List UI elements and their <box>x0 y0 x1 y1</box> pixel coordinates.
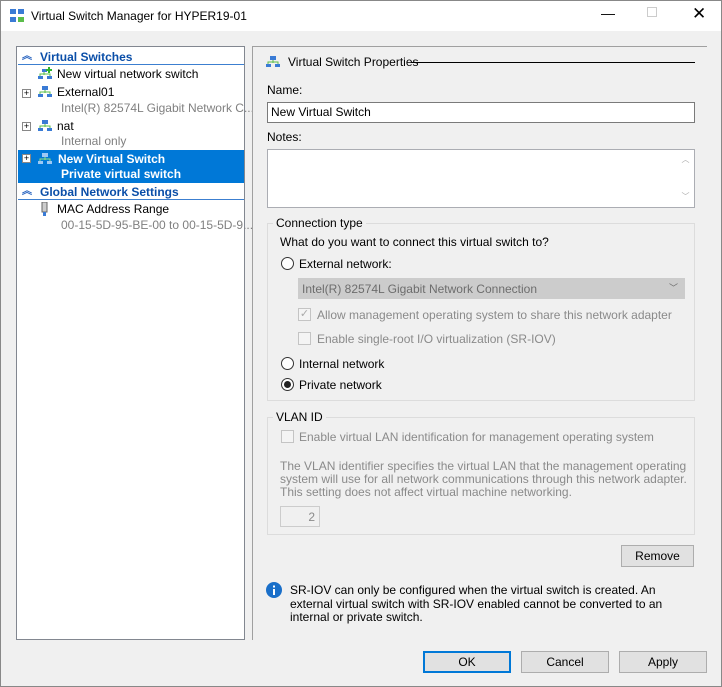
dialog-window: Virtual Switch Manager for HYPER19-01 — … <box>0 0 722 687</box>
cancel-button[interactable]: Cancel <box>521 651 609 673</box>
adapter-select[interactable]: Intel(R) 82574L Gigabit Network Connecti… <box>298 278 685 299</box>
private-network-radio[interactable] <box>281 378 294 391</box>
network-switch-icon <box>266 56 280 67</box>
sriov-info-text: SR-IOV can only be configured when the v… <box>290 583 663 624</box>
title-bar: Virtual Switch Manager for HYPER19-01 — … <box>1 1 721 31</box>
vlan-group: VLAN ID Enable virtual LAN identificatio… <box>267 410 695 535</box>
notes-textarea[interactable] <box>267 149 695 208</box>
vlan-enable-checkbox[interactable] <box>281 430 294 443</box>
close-button[interactable]: ✕ <box>692 4 706 24</box>
private-network-label[interactable]: Private network <box>299 378 382 392</box>
virtual-switches-header[interactable]: ︽ Virtual Switches <box>18 49 244 65</box>
properties-panel: Virtual Switch Properties Name: New Virt… <box>252 46 707 640</box>
ok-button[interactable]: OK <box>423 651 511 673</box>
external-network-label[interactable]: External network: <box>299 257 392 271</box>
internal-network-label[interactable]: Internal network <box>299 357 384 371</box>
vlan-id-input[interactable]: 2 <box>280 506 320 527</box>
vlan-description: The VLAN identifier specifies the virtua… <box>280 459 687 499</box>
sriov-checkbox[interactable] <box>298 332 311 345</box>
remove-button[interactable]: Remove <box>621 545 694 567</box>
expand-icon[interactable]: + <box>22 154 31 163</box>
internal-network-radio[interactable] <box>281 357 294 370</box>
allow-mgmt-checkbox[interactable]: ✓ <box>298 308 311 321</box>
network-switch-icon <box>38 86 52 97</box>
notes-scrollbar[interactable]: ︿ ﹀ <box>677 150 694 207</box>
name-label: Name: <box>267 83 303 97</box>
global-settings-header[interactable]: ︽ Global Network Settings <box>18 184 244 200</box>
network-switch-icon <box>38 120 52 131</box>
app-icon <box>10 9 24 22</box>
properties-title: Virtual Switch Properties <box>288 55 419 69</box>
minimize-button[interactable]: — <box>601 5 615 21</box>
apply-button[interactable]: Apply <box>619 651 707 673</box>
connection-type-group: Connection type What do you want to conn… <box>267 216 695 401</box>
external-network-radio[interactable] <box>281 257 294 270</box>
chevron-down-icon: ﹀ <box>668 283 678 293</box>
expand-icon[interactable]: + <box>22 122 31 131</box>
expand-icon[interactable]: + <box>22 89 31 98</box>
add-network-icon <box>38 67 52 79</box>
connection-question: What do you want to connect this virtual… <box>280 235 549 249</box>
title-divider <box>412 62 695 63</box>
network-adapter-icon <box>41 202 48 216</box>
network-switch-icon <box>38 153 52 164</box>
maximize-button[interactable] <box>647 7 657 17</box>
collapse-icon: ︽ <box>22 186 32 197</box>
collapse-icon: ︽ <box>22 51 32 62</box>
switch-tree: ︽ Virtual Switches New virtual network sw… <box>16 46 254 640</box>
info-icon <box>266 582 282 598</box>
window-title: Virtual Switch Manager for HYPER19-01 <box>31 9 247 23</box>
notes-label: Notes: <box>267 130 302 144</box>
name-input[interactable]: New Virtual Switch <box>267 102 695 123</box>
switch-item-new-virtual-switch[interactable]: + New Virtual Switch Private virtual swi… <box>18 150 244 183</box>
